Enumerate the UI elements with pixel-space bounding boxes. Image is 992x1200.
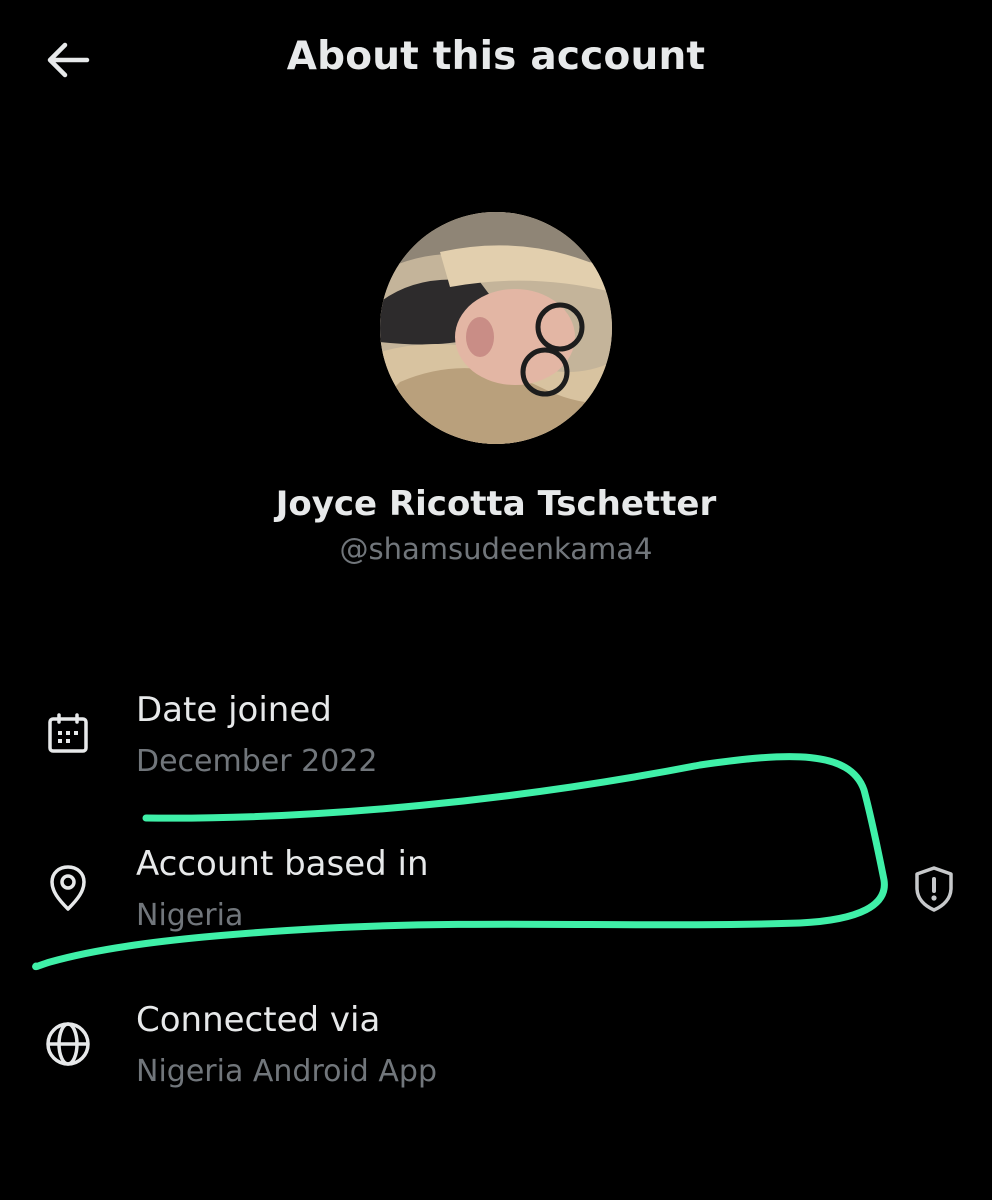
shield-alert-button[interactable] [906,861,962,917]
account-handle: @shamsudeenkama4 [339,532,653,566]
header: About this account [0,0,992,120]
connected-via-value: Nigeria Android App [136,1054,437,1089]
date-joined-row: Date joined December 2022 [0,680,992,790]
globe-icon [40,1016,96,1072]
connected-via-row: Connected via Nigeria Android App [0,990,992,1100]
shield-alert-icon [915,866,953,912]
location-pin-icon [40,860,96,916]
calendar-icon [40,706,96,762]
connected-via-label: Connected via [136,1000,381,1040]
date-joined-value: December 2022 [136,744,378,779]
avatar-photo [380,212,612,444]
account-based-in-value: Nigeria [136,898,244,933]
display-name: Joyce Ricotta Tschetter [275,484,717,524]
account-based-in-row: Account based in Nigeria [0,834,992,944]
avatar[interactable] [380,212,612,444]
date-joined-label: Date joined [136,690,332,730]
page-title: About this account [286,34,706,79]
account-based-in-label: Account based in [136,844,429,884]
